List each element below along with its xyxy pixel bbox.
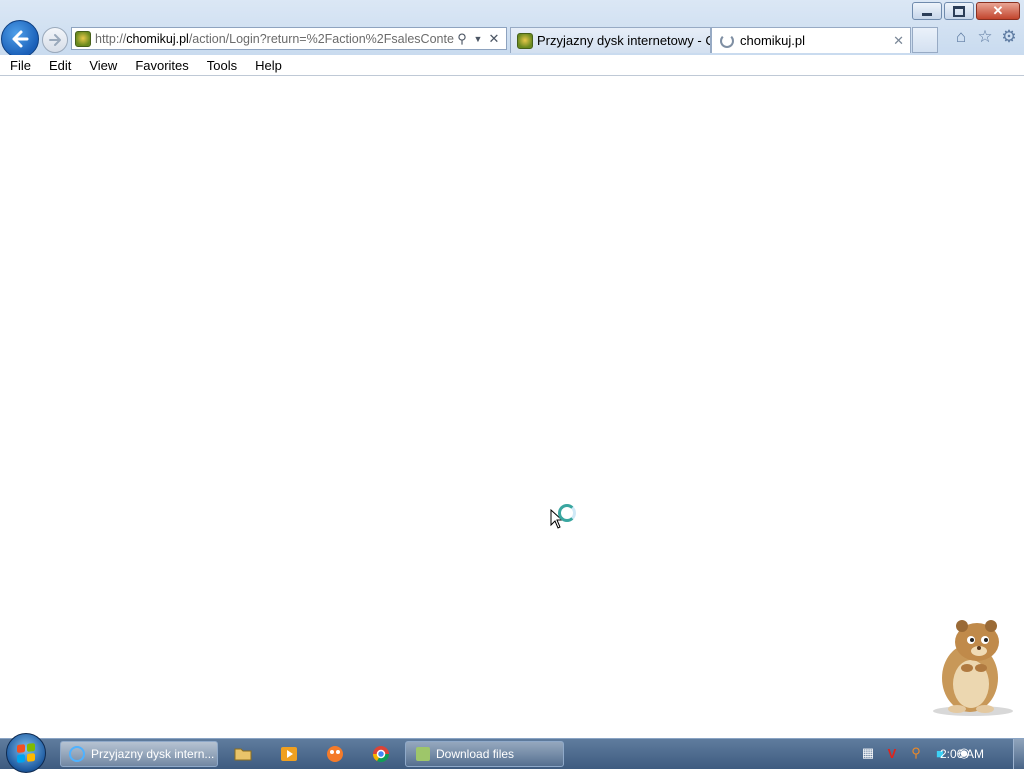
url-path: /action/Login?return=%2Faction%2FsalesCo…: [188, 31, 454, 46]
close-window-button[interactable]: ✕: [976, 2, 1020, 20]
home-icon[interactable]: ⌂: [952, 27, 970, 47]
taskbar-window-download[interactable]: Download files: [405, 741, 564, 767]
menu-tools[interactable]: Tools: [197, 58, 245, 73]
arrow-left-icon: [12, 30, 29, 48]
favorites-star-icon[interactable]: ☆: [976, 27, 994, 47]
tab-chomikuj[interactable]: chomikuj.pl ✕: [711, 27, 911, 53]
taskbar-window-title: Przyjazny dysk intern...: [91, 747, 215, 761]
menu-view[interactable]: View: [79, 58, 125, 73]
minimize-icon: [922, 12, 932, 16]
menu-file[interactable]: File: [0, 58, 39, 73]
url-scheme: http://: [95, 31, 127, 46]
tab-przyjazny-dysk[interactable]: Przyjazny dysk internetowy - C...: [510, 27, 711, 53]
url-host: chomikuj.pl: [126, 31, 189, 46]
start-button[interactable]: [6, 733, 46, 773]
gear-icon[interactable]: ⚙: [1000, 27, 1018, 47]
tab-title: Przyjazny dysk internetowy - C...: [537, 33, 710, 48]
menu-favorites[interactable]: Favorites: [125, 58, 196, 73]
internet-explorer-icon: [69, 746, 85, 762]
forward-button[interactable]: [42, 27, 68, 53]
toolbar-icons: ⌂ ☆ ⚙: [952, 27, 1018, 47]
stop-icon[interactable]: ✕: [486, 31, 502, 47]
download-app-icon: [416, 747, 430, 761]
folder-icon: [234, 748, 252, 761]
app-pin-icon[interactable]: [324, 743, 346, 765]
tray-search-icon[interactable]: ⚲: [908, 745, 924, 761]
busy-spinner-icon: [558, 504, 576, 522]
show-desktop-button[interactable]: [1013, 739, 1024, 769]
taskbar: Przyjazny dysk intern... Download files …: [0, 733, 1024, 773]
media-player-icon: [281, 747, 297, 761]
site-favicon-icon: [75, 30, 91, 47]
arrow-right-icon: [49, 34, 61, 46]
restore-button[interactable]: [944, 2, 974, 20]
loading-spinner-icon: [720, 33, 734, 48]
hamster-mascot-icon: [933, 620, 1013, 716]
restore-icon: [953, 5, 965, 17]
window-controls: ✕: [912, 2, 1020, 20]
tab-title: chomikuj.pl: [740, 33, 806, 48]
dropdown-icon[interactable]: ▼: [470, 34, 486, 44]
page-content[interactable]: [0, 76, 1024, 738]
minimize-button[interactable]: [912, 2, 942, 20]
close-icon: ✕: [992, 3, 1004, 18]
menu-edit[interactable]: Edit: [39, 58, 79, 73]
url-text[interactable]: http://chomikuj.pl/action/Login?return=%…: [95, 32, 454, 46]
taskbar-window-title: Download files: [436, 747, 515, 761]
chrome-pin-icon[interactable]: [370, 743, 392, 765]
menu-bar: File Edit View Favorites Tools Help: [0, 55, 1024, 76]
address-bar[interactable]: http://chomikuj.pl/action/Login?return=%…: [71, 27, 507, 50]
explorer-pin-icon[interactable]: [232, 743, 254, 765]
tray-antivirus-icon[interactable]: V: [884, 745, 900, 761]
paint-app-icon: [327, 746, 343, 762]
tab-close-icon[interactable]: ✕: [893, 33, 904, 49]
menu-help[interactable]: Help: [245, 58, 290, 73]
tray-app-icon[interactable]: ▦: [860, 745, 876, 761]
chrome-icon: [372, 746, 390, 763]
media-player-pin-icon[interactable]: [278, 743, 300, 765]
browser-chrome: ✕ http://chomikuj.pl/action/Login?return…: [0, 0, 1024, 58]
clock[interactable]: 2:06 AM: [940, 747, 984, 761]
windows-logo-icon: [17, 743, 35, 763]
site-favicon-icon: [517, 32, 533, 49]
search-icon[interactable]: ⚲: [454, 31, 470, 47]
back-button[interactable]: [1, 20, 39, 58]
new-tab-button[interactable]: [912, 27, 938, 53]
taskbar-window-browser[interactable]: Przyjazny dysk intern...: [60, 741, 218, 767]
